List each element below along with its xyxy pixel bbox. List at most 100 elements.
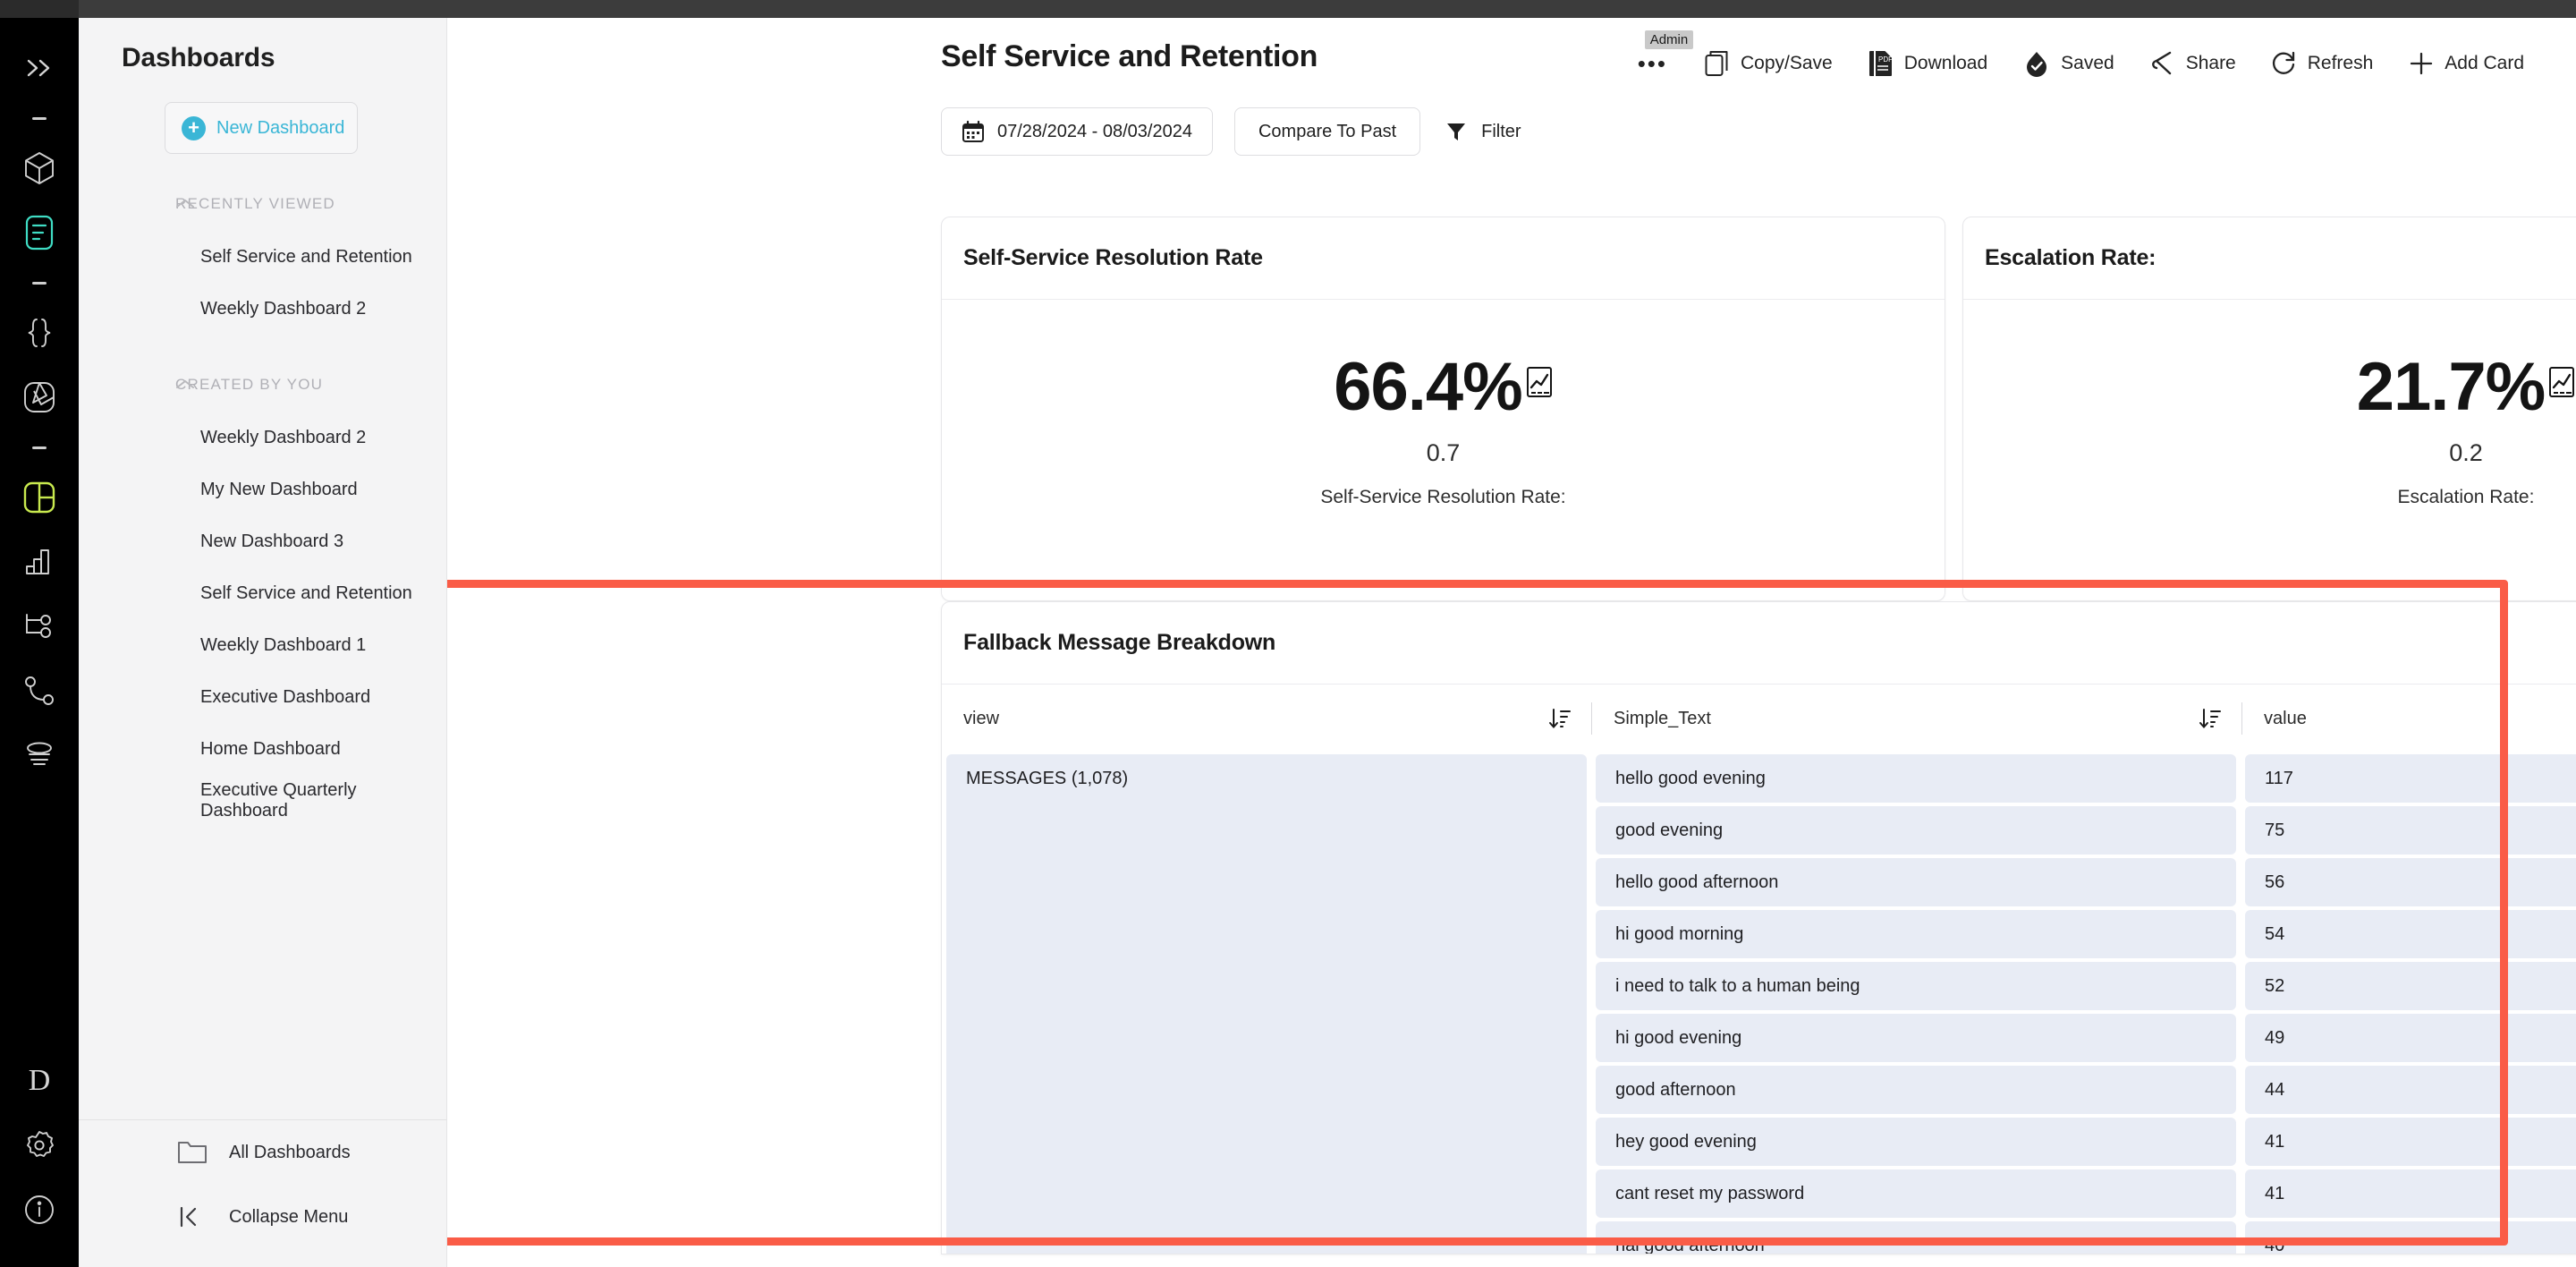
sidebar-item-weekly-dashboard-2-recent[interactable]: Weekly Dashboard 2 [79, 283, 446, 335]
share-label: Share [2185, 53, 2236, 73]
sidebar-item-label: Executive Quarterly Dashboard [200, 780, 357, 821]
table-row[interactable]: hi good evening 49 ••• [1591, 1012, 2576, 1064]
sidebar-item-my-new-dashboard[interactable]: My New Dashboard [79, 463, 446, 515]
funnel-icon [1447, 123, 1466, 140]
section-label: RECENTLY VIEWED [175, 195, 335, 212]
sidebar-item-label: Weekly Dashboard 1 [200, 634, 367, 655]
nav-item-settings[interactable] [0, 1113, 79, 1178]
aperture-icon [24, 382, 55, 412]
card-title: Fallback Message Breakdown [963, 630, 1276, 655]
nav-item-connections[interactable] [0, 659, 79, 723]
date-range-picker[interactable]: 07/28/2024 - 08/03/2024 [941, 107, 1213, 156]
compare-to-past-button[interactable]: Compare To Past [1233, 107, 1421, 156]
expand-nav-button[interactable] [0, 36, 79, 100]
sidebar-item-weekly-dashboard-1[interactable]: Weekly Dashboard 1 [79, 619, 446, 671]
share-button[interactable]: Share [2132, 43, 2254, 84]
table-row[interactable]: hello good evening 117 ••• [1591, 753, 2576, 804]
kpi-value: 66.4% [1334, 349, 1522, 425]
nav-item-data[interactable] [0, 723, 79, 787]
nav-item-documents[interactable] [0, 200, 79, 265]
section-label: CREATED BY YOU [175, 376, 324, 393]
download-button[interactable]: PDF Download [1851, 43, 2005, 84]
column-header-value[interactable]: value [2242, 685, 2576, 753]
sidebar-item-executive-quarterly-dashboard[interactable]: Executive Quarterly Dashboard [79, 775, 446, 827]
nav-item-models[interactable] [0, 136, 79, 200]
layout-dashboard-icon [23, 481, 55, 514]
column-header-label: view [963, 708, 1000, 728]
cell-value: 44 [2245, 1066, 2576, 1114]
add-card-button[interactable]: Add Card [2391, 43, 2542, 84]
sort-descending-icon[interactable] [2199, 707, 2241, 730]
sidebar-item-self-service-and-retention-recent[interactable]: Self Service and Retention [79, 231, 446, 283]
table-row[interactable]: good evening 75 ••• [1591, 804, 2576, 856]
cell-value: 41 [2245, 1118, 2576, 1166]
filter-label: Filter [1481, 121, 1521, 141]
add-card-label: Add Card [2445, 53, 2524, 73]
copy-save-label: Copy/Save [1741, 53, 1833, 73]
nav-item-studio[interactable] [0, 365, 79, 429]
nav-item-brand[interactable]: D [0, 1049, 79, 1113]
new-dashboard-button[interactable]: + New Dashboard [165, 102, 358, 154]
nav-item-code[interactable] [0, 301, 79, 365]
table-body: MESSAGES (1,078) hello good evening 117 … [942, 753, 2576, 1254]
kpi-main: 21.7% [2357, 353, 2576, 421]
sidebar-item-label: Home Dashboard [200, 738, 341, 759]
table-row[interactable]: hello good afternoon 56 ••• [1591, 856, 2576, 908]
chevron-up-icon [176, 380, 194, 388]
rail-divider [0, 100, 79, 136]
collapse-menu-label: Collapse Menu [229, 1206, 349, 1227]
table-row[interactable]: good afternoon 44 ••• [1591, 1064, 2576, 1116]
cell-value: 52 [2245, 962, 2576, 1010]
collapse-menu-button[interactable]: Collapse Menu [79, 1185, 446, 1249]
table-row[interactable]: hey good evening 41 ••• [1591, 1116, 2576, 1168]
svg-text:PDF: PDF [1878, 55, 1893, 64]
sparkline-icon[interactable] [1526, 366, 1553, 403]
saved-label: Saved [2061, 53, 2114, 73]
nav-item-flows[interactable] [0, 594, 79, 659]
kpi-main: 66.4% [1334, 349, 1553, 425]
section-header-created-by-you[interactable]: CREATED BY YOU [79, 361, 446, 408]
plus-icon [2409, 51, 2434, 76]
sidebar-item-weekly-dashboard-2[interactable]: Weekly Dashboard 2 [79, 412, 446, 463]
date-range-value: 07/28/2024 - 08/03/2024 [997, 121, 1192, 141]
table-row[interactable]: hi good morning 54 ••• [1591, 908, 2576, 960]
sort-descending-icon[interactable] [1548, 707, 1591, 730]
sidebar-item-label: My New Dashboard [200, 479, 358, 499]
column-header-simple-text[interactable]: Simple_Text [1592, 685, 2241, 753]
more-actions-button[interactable]: ••• [1618, 52, 1687, 75]
info-circle-icon [25, 1195, 54, 1224]
cell-simple-text: i need to talk to a human being [1596, 962, 2236, 1010]
sidebar-item-home-dashboard[interactable]: Home Dashboard [79, 723, 446, 775]
copy-save-button[interactable]: Copy/Save [1687, 43, 1851, 84]
filter-button[interactable]: Filter [1442, 121, 1521, 142]
saved-check-icon [2023, 50, 2050, 77]
nav-item-dashboards[interactable] [0, 465, 79, 530]
cell-simple-text: good evening [1596, 806, 2236, 855]
nav-item-analytics[interactable] [0, 530, 79, 594]
table-row[interactable]: cant reset my password 41 ••• [1591, 1168, 2576, 1220]
section-header-recently-viewed[interactable]: RECENTLY VIEWED [79, 181, 446, 227]
sidebar-item-self-service-and-retention[interactable]: Self Service and Retention [79, 567, 446, 619]
table-header-row: view Simple_Text value [942, 685, 2576, 753]
refresh-button[interactable]: Refresh [2254, 43, 2392, 84]
card-self-service-resolution-rate: Self-Service Resolution Rate 66.4% 0.7 S… [941, 217, 1945, 601]
sparkline-icon[interactable] [2548, 366, 2575, 403]
primary-nav-rail: D [0, 0, 79, 1267]
plus-icon: + [182, 115, 206, 140]
card-title: Self-Service Resolution Rate [963, 245, 1263, 270]
nav-item-help[interactable] [0, 1178, 79, 1242]
table-row[interactable]: hai good afternoon 40 ••• [1591, 1220, 2576, 1254]
copy-icon [1705, 50, 1730, 77]
column-header-view[interactable]: view [942, 685, 1591, 753]
table-row[interactable]: i need to talk to a human being 52 ••• [1591, 960, 2576, 1012]
dashboards-sidebar: Dashboards + New Dashboard RECENTLY VIEW… [79, 0, 447, 1267]
all-dashboards-button[interactable]: All Dashboards [79, 1120, 446, 1185]
stack-disc-icon [27, 742, 52, 765]
saved-button[interactable]: Saved [2005, 43, 2132, 84]
document-icon [25, 215, 54, 251]
cell-value: 117 [2245, 754, 2576, 803]
sidebar-item-new-dashboard-3[interactable]: New Dashboard 3 [79, 515, 446, 567]
brand-d-letter: D [28, 1064, 51, 1097]
sidebar-item-executive-dashboard[interactable]: Executive Dashboard [79, 671, 446, 723]
